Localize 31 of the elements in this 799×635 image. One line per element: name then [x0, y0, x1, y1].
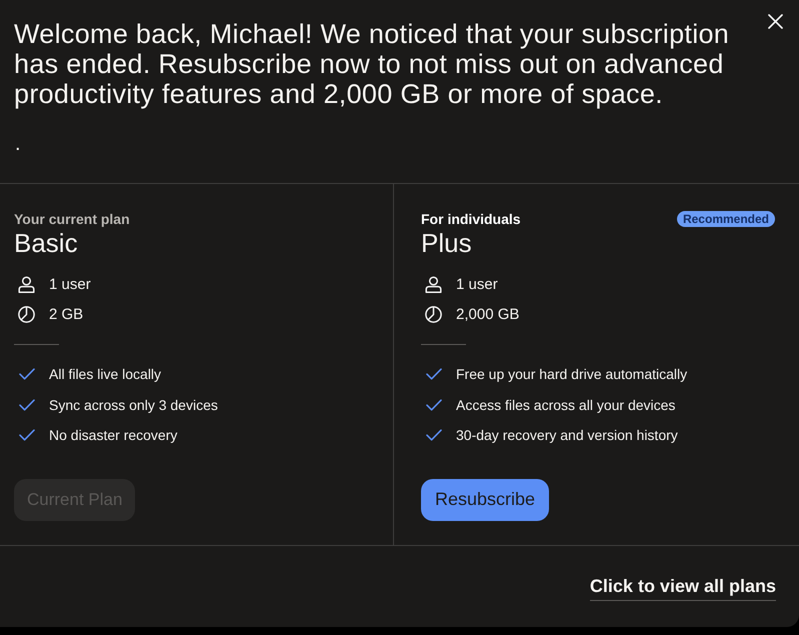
check-icon — [19, 368, 35, 380]
feature-text: 30-day recovery and version history — [456, 427, 678, 444]
plan-name: Basic — [14, 228, 78, 258]
pie-chart-icon — [425, 306, 442, 322]
feature-text: No disaster recovery — [49, 427, 178, 444]
spec-text: 2,000 GB — [456, 306, 520, 322]
person-icon — [18, 276, 35, 292]
person-icon — [425, 276, 442, 292]
plan-button[interactable]: Resubscribe — [421, 478, 550, 520]
plan-badge: Recommended — [676, 211, 775, 227]
view-plans-link[interactable]: Click to view all plans — [590, 576, 776, 601]
check-icon — [426, 368, 442, 380]
feature-text: Sync across only 3 devices — [49, 396, 218, 413]
feature-text: All files live locally — [49, 366, 162, 382]
feature-text: Access files across all your devices — [456, 396, 676, 413]
note-text: . — [15, 132, 21, 157]
close-icon — [768, 14, 783, 29]
pie-chart-icon — [18, 306, 35, 322]
welcome-message: Welcome back, Michael! We noticed that your subscription has ended. Resubscribe now to not miss out on advanced productivity features and 2,000 GB or more of space. — [14, 19, 730, 109]
check-icon — [19, 429, 35, 442]
spec-text: 1 user — [49, 276, 91, 292]
plan-subtitle: Your current plan — [14, 211, 130, 227]
check-icon — [426, 429, 442, 442]
check-icon — [426, 398, 442, 411]
spec-text: 2 GB — [49, 306, 84, 322]
check-icon — [19, 398, 35, 411]
feature-text: Free up your hard drive automatically — [456, 366, 688, 382]
plan-name: Plus — [421, 228, 472, 258]
plan-subtitle: For individuals — [421, 211, 521, 227]
spec-text: 1 user — [456, 276, 498, 292]
close-button[interactable] — [768, 14, 783, 29]
